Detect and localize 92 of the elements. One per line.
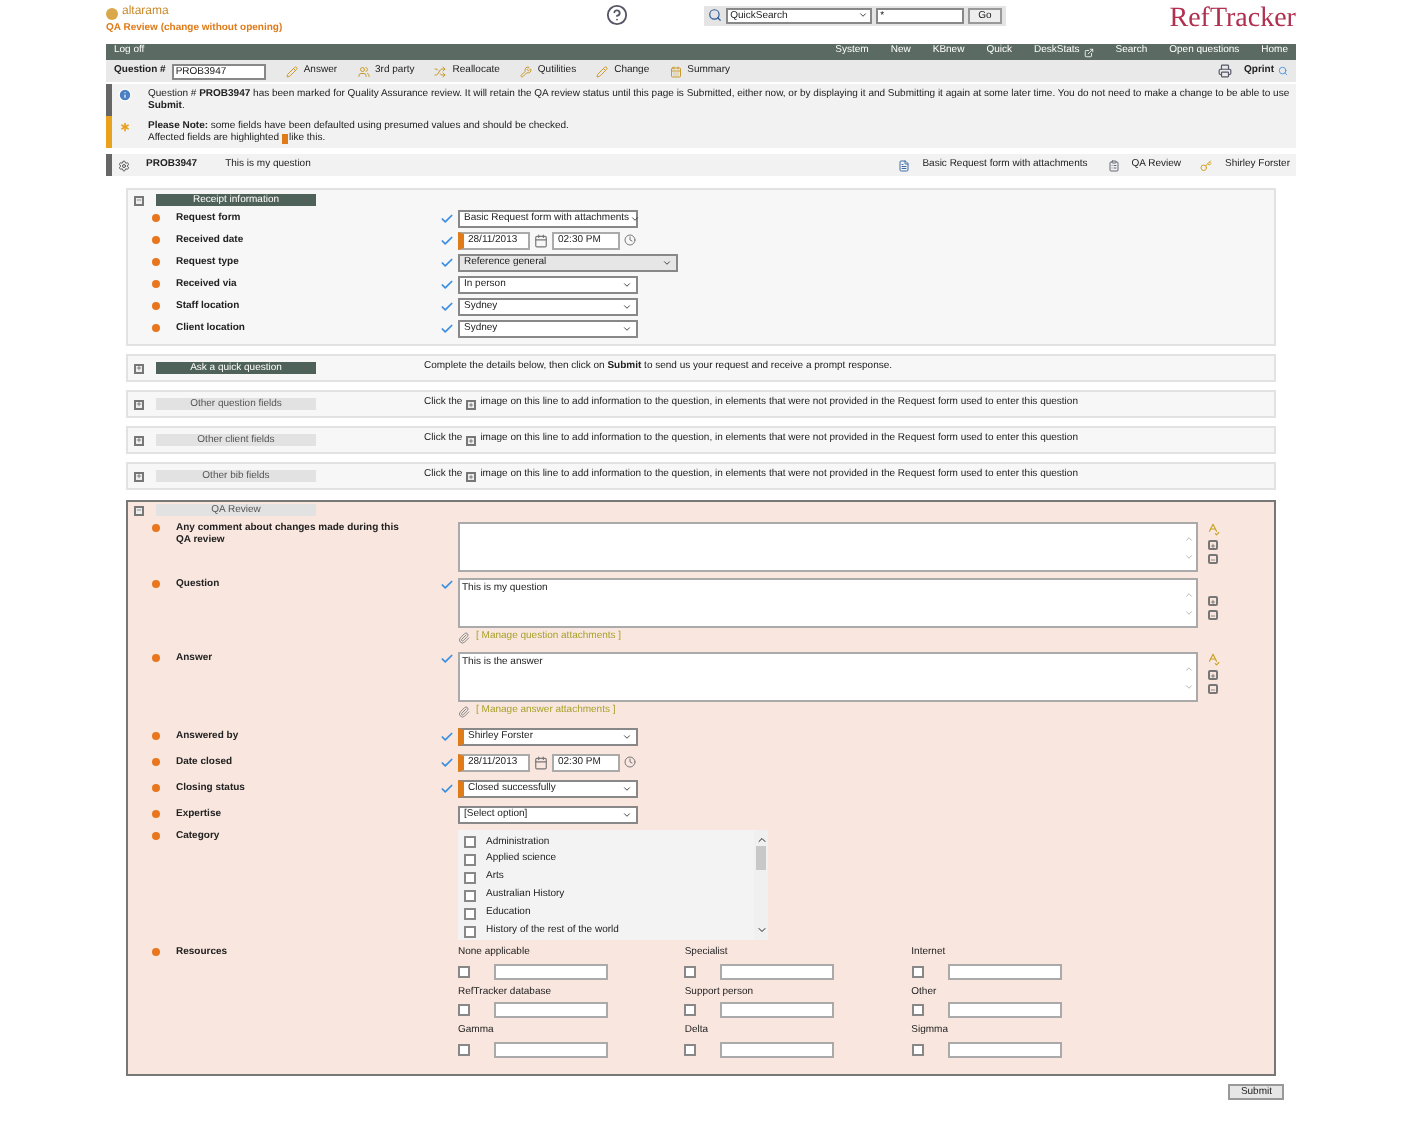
caret-icon[interactable] [622,783,632,793]
expand-button[interactable] [1207,540,1217,550]
checkbox[interactable] [911,965,924,977]
highlight-sample [281,133,288,143]
checkbox[interactable] [464,836,476,849]
resource-field[interactable] [494,1002,608,1018]
checkbox[interactable] [684,1004,697,1016]
bullet-icon [152,654,160,662]
bullet-icon [152,948,160,956]
external-icon[interactable] [1083,47,1094,57]
toolbar-icon[interactable] [357,65,370,77]
spellcheck-icon[interactable] [1205,652,1219,666]
toolbar-icon[interactable] [669,65,682,77]
help-icon[interactable] [606,4,629,26]
checkbox[interactable] [911,1043,924,1055]
bullet-icon [152,280,160,288]
collapse-button[interactable] [134,505,144,515]
bullet-icon [152,810,160,818]
expand-button[interactable] [134,363,144,373]
expand-button[interactable] [134,471,144,481]
calendar-icon[interactable] [534,755,548,769]
caret-icon[interactable] [629,213,640,223]
bullet-icon [152,214,160,222]
resource-field[interactable] [494,963,608,979]
resource-field[interactable] [720,1041,835,1057]
plus-icon [466,399,477,409]
search-icon [708,8,723,22]
clock-icon[interactable] [624,756,636,768]
checkbox[interactable] [458,965,470,977]
caret-icon[interactable] [622,809,632,819]
expand-button[interactable] [134,435,144,445]
scroll-down-icon[interactable] [755,924,767,936]
expand-button[interactable] [1207,670,1217,680]
caret-icon[interactable] [858,10,869,20]
checkbox[interactable] [458,1043,470,1055]
checkbox[interactable] [464,907,476,920]
bullet-icon [152,258,160,266]
plus-icon [466,435,477,445]
resource-field[interactable] [947,1041,1062,1057]
clipboard-icon [1107,159,1120,171]
toolbar-icon[interactable] [434,65,447,77]
checkbox[interactable] [684,965,697,977]
key-icon [1200,159,1213,171]
calendar-icon[interactable] [534,233,548,247]
bullet-icon [152,832,160,840]
expand-button[interactable] [134,399,144,409]
bullet-icon [152,236,160,244]
print-icon[interactable] [1218,64,1232,78]
resource-field[interactable] [494,1041,608,1057]
bullet-icon [152,524,160,532]
caret-icon[interactable] [622,301,632,311]
checkbox[interactable] [464,872,476,885]
bullet-icon [152,732,160,740]
brand-logo: RefTracker [1169,4,1296,36]
checkbox[interactable] [464,854,476,867]
shrink-button[interactable] [1207,554,1217,564]
toolbar-icon[interactable] [285,65,298,77]
checkbox[interactable] [464,889,476,902]
bullet-icon [152,784,160,792]
caret-icon[interactable] [622,279,632,289]
collapse-button[interactable] [134,195,144,205]
caret-icon[interactable] [622,731,632,741]
bullet-icon [152,580,160,588]
caret-icon[interactable] [622,323,632,333]
clock-icon[interactable] [624,234,636,246]
gear-icon[interactable] [118,159,130,171]
toolbar-icon[interactable] [596,65,609,77]
logo-icon [106,7,118,19]
resource-field[interactable] [947,963,1062,979]
checkbox[interactable] [464,925,476,938]
bullet-icon [152,302,160,310]
bullet-icon [152,324,160,332]
info-icon [118,88,132,102]
paperclip-icon [458,705,470,717]
checkbox[interactable] [684,1043,697,1055]
search-icon[interactable] [1278,66,1288,76]
checkbox[interactable] [911,1004,924,1016]
resource-field[interactable] [947,1002,1062,1018]
expand-button[interactable] [1207,596,1217,606]
shrink-button[interactable] [1207,684,1217,694]
plus-icon [466,471,477,481]
scroll-up-icon[interactable] [755,834,767,846]
toolbar-icon[interactable] [519,65,532,77]
resource-field[interactable] [720,963,835,979]
form-icon [898,159,911,171]
checkbox[interactable] [458,1004,470,1016]
paperclip-icon [458,631,470,643]
spellcheck-icon[interactable] [1205,522,1219,536]
resource-field[interactable] [720,1002,835,1018]
shrink-button[interactable] [1207,610,1217,620]
scrollbar-thumb[interactable] [756,846,766,870]
bullet-icon [152,758,160,766]
